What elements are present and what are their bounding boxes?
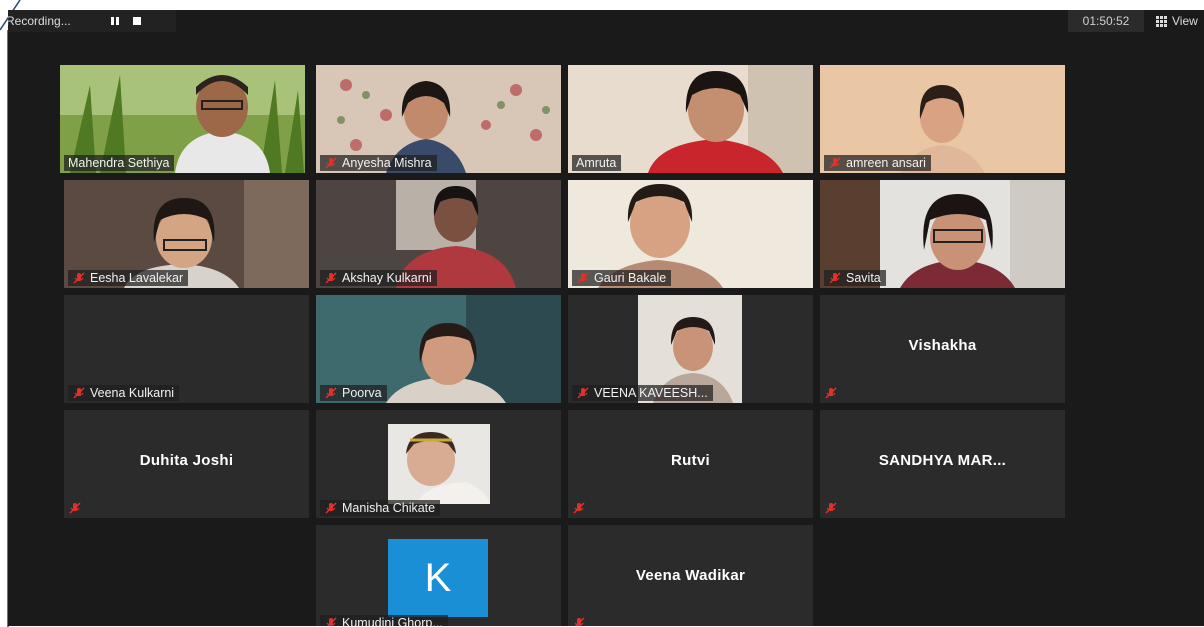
stop-recording-button[interactable] — [126, 10, 148, 32]
microphone-muted-icon — [73, 272, 85, 284]
participant-name-tag: Eesha Lavalekar — [68, 270, 189, 286]
participant-name-tag: Veena Kulkarni — [68, 385, 180, 401]
participant-name-tag: Kumudini Ghorp... — [320, 615, 448, 626]
participant-tile-akshay-kulkarni[interactable]: Akshay Kulkarni — [316, 180, 561, 288]
view-label: View — [1172, 14, 1198, 28]
pause-recording-button[interactable] — [104, 10, 126, 32]
microphone-muted-icon — [73, 387, 85, 399]
participant-tile-savita[interactable]: Savita — [820, 180, 1065, 288]
microphone-muted-icon — [829, 272, 841, 284]
recording-label: Recording... — [8, 14, 71, 28]
participant-name: amreen ansari — [846, 156, 926, 170]
participant-name: Duhita Joshi — [139, 452, 234, 469]
stop-icon — [133, 17, 141, 25]
participant-name: VEENA KAVEESH... — [594, 386, 708, 400]
participant-name: Rutvi — [671, 452, 710, 469]
microphone-muted-icon — [574, 617, 585, 626]
participant-tile-veena-kaveesh[interactable]: VEENA KAVEESH... — [568, 295, 813, 403]
microphone-muted-icon — [325, 272, 337, 284]
participant-tile-mahendra-sethiya[interactable]: Mahendra Sethiya — [60, 65, 305, 173]
participant-name: Veena Wadikar — [635, 567, 746, 584]
microphone-muted-icon — [573, 502, 585, 514]
participant-name: Gauri Bakale — [594, 271, 667, 285]
participant-tile-amruta[interactable]: Amruta — [568, 65, 813, 173]
participant-tile-veena-kulkarni[interactable]: Veena Kulkarni — [64, 295, 309, 403]
recording-indicator: Recording... — [8, 10, 176, 32]
participant-tile-amreen-ansari[interactable]: amreen ansari — [820, 65, 1065, 173]
participant-name: Akshay Kulkarni — [342, 271, 432, 285]
meeting-timer: 01:50:52 — [1068, 10, 1144, 32]
meeting-window: Recording... 01:50:52 View Mahendra Seth… — [8, 10, 1204, 626]
participant-name: Poorva — [342, 386, 382, 400]
participant-tile-duhita-joshi[interactable]: Duhita Joshi — [64, 410, 309, 518]
avatar: K — [388, 539, 488, 617]
participant-name: Kumudini Ghorp... — [342, 616, 443, 626]
participant-tile-kumudini[interactable]: K Kumudini Ghorp... — [316, 525, 561, 626]
participant-name-tag: Gauri Bakale — [572, 270, 672, 286]
microphone-muted-icon — [325, 502, 337, 514]
participant-name: Anyesha Mishra — [342, 156, 432, 170]
microphone-muted-icon — [829, 157, 841, 169]
microphone-muted-icon — [825, 502, 837, 514]
participant-name: SANDHYA MAR... — [878, 452, 1007, 469]
participant-name-tag: Poorva — [320, 385, 387, 401]
participant-name: Veena Kulkarni — [90, 386, 175, 400]
participant-name: Manisha Chikate — [342, 501, 436, 515]
participant-name: Vishakha — [908, 337, 977, 354]
participant-name: Eesha Lavalekar — [90, 271, 184, 285]
pause-icon — [111, 17, 119, 25]
microphone-muted-icon — [69, 502, 81, 514]
gallery-grid-icon — [1156, 15, 1167, 27]
participant-name-tag: Akshay Kulkarni — [320, 270, 437, 286]
participant-tile-vishakha[interactable]: Vishakha — [820, 295, 1065, 403]
participant-tile-manisha-chikate[interactable]: Manisha Chikate — [316, 410, 561, 518]
microphone-muted-icon — [326, 617, 337, 626]
participant-name-tag: Manisha Chikate — [320, 500, 441, 516]
participant-name-tag: Anyesha Mishra — [320, 155, 437, 171]
microphone-muted-icon — [825, 387, 837, 399]
top-toolbar: Recording... 01:50:52 View — [8, 10, 1204, 32]
participant-tile-poorva[interactable]: Poorva — [316, 295, 561, 403]
participant-tile-veena-wadikar[interactable]: Veena Wadikar — [568, 525, 813, 626]
participant-name: Savita — [846, 271, 881, 285]
participant-name-tag: Amruta — [572, 155, 622, 171]
participant-tile-rutvi[interactable]: Rutvi — [568, 410, 813, 518]
participant-name-tag: VEENA KAVEESH... — [572, 385, 713, 401]
participant-tile-anyesha-mishra[interactable]: Anyesha Mishra — [316, 65, 561, 173]
participant-tile-eesha-lavalekar[interactable]: Eesha Lavalekar — [64, 180, 309, 288]
microphone-muted-icon — [325, 157, 337, 169]
participant-name-tag: Savita — [824, 270, 886, 286]
participant-name: Mahendra Sethiya — [68, 156, 170, 170]
microphone-muted-icon — [325, 387, 337, 399]
participant-tile-gauri-bakale[interactable]: Gauri Bakale — [568, 180, 813, 288]
microphone-muted-icon — [577, 387, 589, 399]
participant-name-tag: Mahendra Sethiya — [64, 155, 175, 171]
participant-name-tag: amreen ansari — [824, 155, 931, 171]
microphone-muted-icon — [577, 272, 589, 284]
participant-name: Amruta — [576, 156, 617, 170]
participant-tile-sandhya[interactable]: SANDHYA MAR... — [820, 410, 1065, 518]
view-button[interactable]: View — [1152, 10, 1204, 32]
